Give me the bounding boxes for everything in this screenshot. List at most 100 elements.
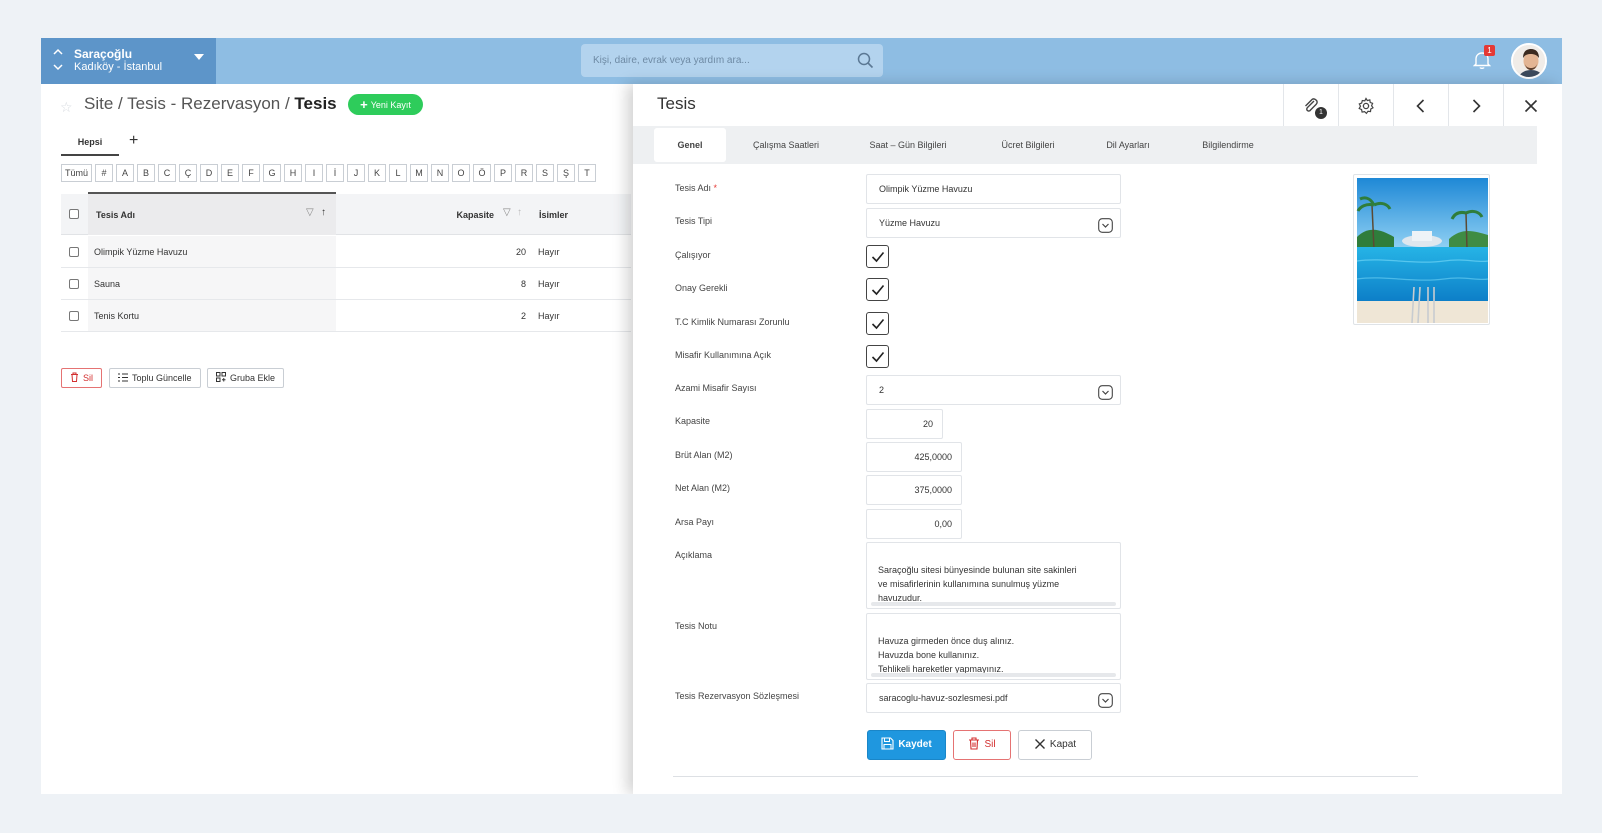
facility-note-textarea[interactable]: Havuza girmeden önce duş alınız. Havuzda…	[866, 613, 1121, 680]
attachments-button[interactable]: 1	[1283, 84, 1337, 126]
gross-area-input[interactable]: 425,0000	[866, 442, 962, 472]
plus-icon: +	[360, 97, 368, 112]
row-name: Sauna	[94, 279, 121, 289]
alphabet-filter-item[interactable]: R	[515, 164, 534, 182]
table-row[interactable]: Olimpik Yüzme Havuzu 20 Hayır	[61, 236, 631, 268]
alphabet-filter-item[interactable]: F	[242, 164, 261, 182]
check-icon	[871, 351, 885, 363]
close-button[interactable]: Kapat	[1018, 730, 1092, 760]
next-record-button[interactable]	[1448, 84, 1502, 126]
row-checkbox[interactable]	[69, 279, 79, 289]
alphabet-filter-item[interactable]: H	[284, 164, 303, 182]
add-to-group-button[interactable]: Gruba Ekle	[207, 368, 285, 388]
alphabet-filter-item[interactable]: G	[263, 164, 282, 182]
alphabet-filter-item[interactable]: #	[95, 164, 114, 182]
breadcrumb-site[interactable]: Site	[84, 94, 113, 113]
search-icon[interactable]	[857, 52, 874, 74]
site-location: Kadıköy - İstanbul	[74, 61, 163, 73]
dropdown-icon	[1098, 383, 1113, 411]
tab-language-settings[interactable]: Dil Ayarları	[1093, 128, 1163, 162]
resize-handle[interactable]	[871, 602, 1116, 606]
land-share-input[interactable]: 0,00	[866, 509, 962, 539]
column-header-name[interactable]: Tesis Adı	[96, 210, 135, 220]
alphabet-filter-item[interactable]: C	[158, 164, 177, 182]
divider	[673, 776, 1418, 777]
tab-hour-day-info[interactable]: Saat – Gün Bilgileri	[856, 128, 960, 162]
chevron-right-icon	[1472, 99, 1481, 113]
reservation-contract-select[interactable]: saracoglu-havuz-sozlesmesi.pdf	[866, 683, 1121, 713]
settings-button[interactable]	[1338, 84, 1392, 126]
alphabet-filter-item[interactable]: O	[452, 164, 471, 182]
alphabet-filter-item[interactable]: B	[137, 164, 156, 182]
save-button[interactable]: Kaydet	[867, 730, 946, 760]
guest-use-checkbox[interactable]	[866, 345, 889, 368]
alphabet-filter-item[interactable]: A	[116, 164, 135, 182]
label-net-area: Net Alan (M2)	[675, 483, 731, 493]
alphabet-filter-item[interactable]: M	[410, 164, 429, 182]
bulk-update-button[interactable]: Toplu Güncelle	[109, 368, 201, 388]
column-header-names[interactable]: İsimler	[539, 210, 568, 220]
tckn-required-checkbox[interactable]	[866, 312, 889, 335]
alphabet-filter-item[interactable]: Tümü	[61, 164, 93, 182]
tab-fee-info[interactable]: Ücret Bilgileri	[983, 128, 1073, 162]
table-row[interactable]: Tenis Kortu 2 Hayır	[61, 300, 631, 332]
alphabet-filter-item[interactable]: Ö	[473, 164, 492, 182]
max-guests-select[interactable]: 2	[866, 375, 1121, 405]
add-tab-button[interactable]: +	[129, 132, 138, 150]
alphabet-filter-item[interactable]: K	[368, 164, 387, 182]
search-input[interactable]	[581, 44, 851, 77]
table-row[interactable]: Sauna 8 Hayır	[61, 268, 631, 300]
description-textarea[interactable]: Saraçoğlu sitesi bünyesinde bulunan site…	[866, 542, 1121, 609]
tab-notification[interactable]: Bilgilendirme	[1188, 128, 1268, 162]
alphabet-filter-item[interactable]: İ	[326, 164, 345, 182]
user-avatar[interactable]	[1511, 43, 1547, 79]
alphabet-filter-item[interactable]: J	[347, 164, 366, 182]
row-checkbox[interactable]	[69, 311, 79, 321]
sort-ascending-icon[interactable]: ↑	[321, 207, 326, 218]
alphabet-filter-item[interactable]: I	[305, 164, 324, 182]
facility-type-select[interactable]: Yüzme Havuzu	[866, 208, 1121, 238]
search-box	[581, 44, 883, 77]
working-checkbox[interactable]	[866, 245, 889, 268]
row-checkbox[interactable]	[69, 247, 79, 257]
approval-required-checkbox[interactable]	[866, 278, 889, 301]
site-selector[interactable]: Saraçoğlu Kadıköy - İstanbul	[41, 38, 216, 84]
trash-icon	[969, 737, 980, 750]
alphabet-filter-item[interactable]: E	[221, 164, 240, 182]
alphabet-filter-item[interactable]: P	[494, 164, 513, 182]
alphabet-filter-item[interactable]: Ş	[557, 164, 576, 182]
check-icon	[871, 318, 885, 330]
tab-all[interactable]: Hepsi	[61, 134, 119, 156]
previous-record-button[interactable]	[1393, 84, 1447, 126]
filter-icon[interactable]: ▽	[306, 207, 314, 218]
facility-name-input[interactable]: Olimpik Yüzme Havuzu	[866, 174, 1121, 204]
resize-handle[interactable]	[871, 673, 1116, 677]
tab-working-hours[interactable]: Çalışma Saatleri	[741, 128, 831, 162]
sort-icon[interactable]: ↑	[517, 207, 522, 218]
notification-button[interactable]: 1	[1472, 45, 1495, 75]
column-header-capacity[interactable]: Kapasite	[439, 210, 494, 220]
tab-general[interactable]: Genel	[654, 128, 726, 162]
row-name: Olimpik Yüzme Havuzu	[94, 247, 188, 257]
alphabet-filter-item[interactable]: D	[200, 164, 219, 182]
alphabet-filter-item[interactable]: Ç	[179, 164, 198, 182]
group-icon	[216, 372, 226, 382]
close-panel-button[interactable]	[1503, 84, 1557, 126]
alphabet-filter-item[interactable]: N	[431, 164, 450, 182]
select-all-checkbox[interactable]	[69, 209, 79, 219]
capacity-input[interactable]: 20	[866, 409, 943, 439]
alphabet-filter-item[interactable]: T	[578, 164, 597, 182]
delete-selected-button[interactable]: Sil	[61, 368, 103, 388]
caret-down-icon	[194, 54, 204, 60]
favorite-star-icon[interactable]: ☆	[60, 99, 73, 116]
filter-icon[interactable]: ▽	[503, 207, 511, 218]
check-icon	[871, 284, 885, 296]
alphabet-filter-item[interactable]: L	[389, 164, 408, 182]
site-name: Saraçoğlu	[74, 47, 133, 61]
new-record-button[interactable]: + Yeni Kayıt	[348, 94, 423, 115]
alphabet-filter-item[interactable]: S	[536, 164, 555, 182]
delete-button[interactable]: Sil	[953, 730, 1011, 760]
net-area-input[interactable]: 375,0000	[866, 475, 962, 505]
facility-photo[interactable]	[1353, 174, 1490, 325]
breadcrumb-module[interactable]: Tesis - Rezervasyon	[127, 94, 280, 113]
